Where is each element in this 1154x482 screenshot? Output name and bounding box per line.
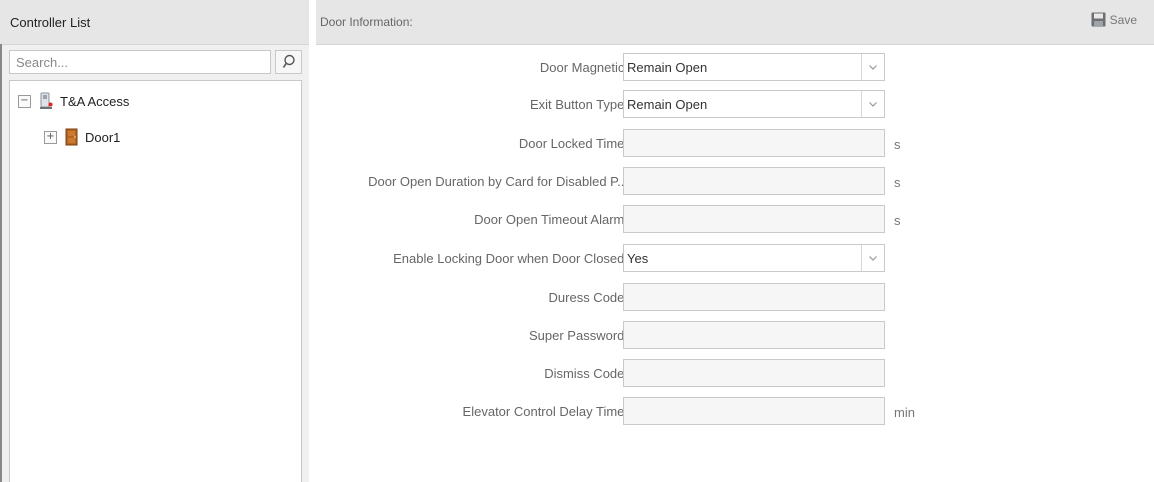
search-input[interactable] [9, 50, 271, 74]
controller-list-panel: Controller List − T&A Access + [0, 0, 309, 482]
tree-node-controller[interactable]: − T&A Access [18, 91, 129, 111]
unit-label: min [894, 405, 915, 420]
form-row-door-magnetic: Door Magnetic: Remain Open [316, 53, 1154, 81]
form-row-elevator-control-delay: Elevator Control Delay Time: min [316, 397, 1154, 425]
door-open-duration-input[interactable] [623, 167, 885, 195]
form-row-duress-code: Duress Code: [316, 283, 1154, 311]
elevator-control-delay-label: Elevator Control Delay Time: [462, 404, 628, 419]
chevron-down-icon[interactable] [861, 91, 884, 117]
collapse-icon[interactable]: − [18, 94, 31, 108]
save-button[interactable]: Save [1091, 12, 1137, 27]
form-row-dismiss-code: Dismiss Code: [316, 359, 1154, 387]
door-information-header: Door Information: Save [316, 0, 1154, 45]
form-row-door-open-timeout-alarm: Door Open Timeout Alarm: s [316, 205, 1154, 233]
door-icon [65, 128, 78, 146]
door-open-duration-label: Door Open Duration by Card for Disabled … [368, 174, 628, 189]
controller-icon [40, 92, 53, 109]
unit-label: s [894, 137, 901, 152]
controller-tree: − T&A Access + Door1 [9, 80, 302, 482]
select-value: Yes [627, 251, 649, 266]
unit-label: s [894, 213, 901, 228]
door-magnetic-select[interactable]: Remain Open [623, 53, 885, 81]
exit-button-type-select[interactable]: Remain Open [623, 90, 885, 118]
form-row-door-locked-time: Door Locked Time: s [316, 129, 1154, 157]
door-open-timeout-alarm-label: Door Open Timeout Alarm: [474, 212, 628, 227]
panel-border [0, 44, 2, 482]
duress-code-label: Duress Code: [548, 290, 628, 305]
save-label: Save [1109, 12, 1137, 27]
door-locked-time-label: Door Locked Time: [518, 136, 628, 151]
search-icon [282, 54, 295, 68]
door-magnetic-label: Door Magnetic: [539, 60, 628, 75]
duress-code-input[interactable] [623, 283, 885, 311]
expand-icon[interactable]: + [44, 130, 57, 144]
unit-label: s [894, 175, 901, 190]
controller-list-title: Controller List [10, 15, 91, 30]
form-row-door-open-duration-disabled: Door Open Duration by Card for Disabled … [316, 167, 1154, 195]
select-value: Remain Open [627, 60, 708, 75]
door-locked-time-input[interactable] [623, 129, 885, 157]
chevron-down-icon[interactable] [861, 54, 884, 80]
exit-button-type-label: Exit Button Type: [529, 97, 628, 112]
enable-locking-door-select[interactable]: Yes [623, 244, 885, 272]
tree-node-label: Door1 [85, 129, 121, 145]
tree-node-door[interactable]: + Door1 [44, 127, 120, 147]
controller-list-header: Controller List [0, 0, 309, 45]
search-bar [9, 50, 302, 74]
super-password-input[interactable] [623, 321, 885, 349]
dismiss-code-label: Dismiss Code: [544, 366, 628, 381]
form-row-exit-button-type: Exit Button Type: Remain Open [316, 90, 1154, 118]
form-row-super-password: Super Password: [316, 321, 1154, 349]
form-row-enable-locking-door: Enable Locking Door when Door Closed: Ye… [316, 244, 1154, 272]
dismiss-code-input[interactable] [623, 359, 885, 387]
door-information-title: Door Information: [320, 15, 413, 29]
select-value: Remain Open [627, 97, 708, 112]
search-button[interactable] [275, 50, 302, 74]
chevron-down-icon[interactable] [861, 245, 884, 271]
tree-node-label: T&A Access [60, 93, 130, 109]
enable-locking-door-label: Enable Locking Door when Door Closed: [393, 251, 628, 266]
super-password-label: Super Password: [529, 328, 628, 343]
elevator-control-delay-input[interactable] [623, 397, 885, 425]
save-icon [1091, 12, 1106, 27]
door-open-timeout-alarm-input[interactable] [623, 205, 885, 233]
